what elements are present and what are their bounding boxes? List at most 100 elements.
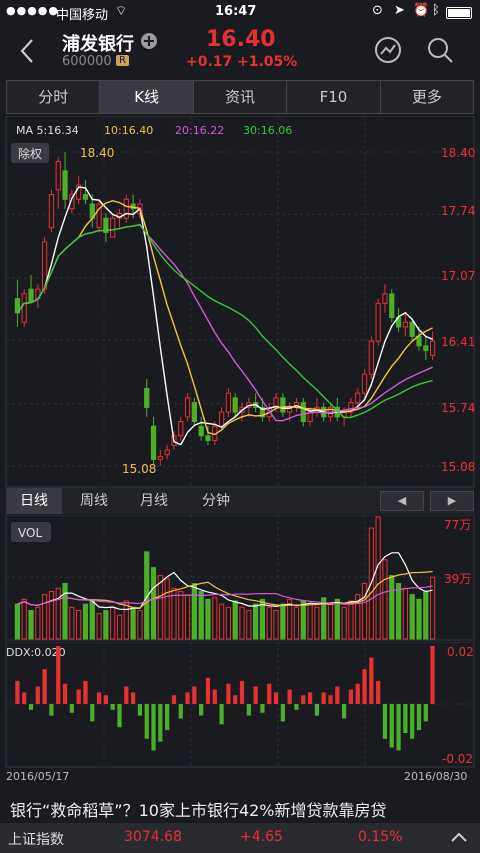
volume-bar — [123, 600, 129, 640]
period-month[interactable]: 月线 — [126, 488, 182, 514]
volume-bar — [334, 598, 340, 640]
period-minute[interactable]: 分钟 — [186, 488, 246, 514]
kline-chart[interactable]: MA 5:16.34 10:16.40 20:16.22 30:16.06 除权… — [0, 116, 480, 488]
ddx-bar — [307, 692, 313, 704]
ddx-bar — [137, 704, 143, 716]
candle-body — [416, 335, 422, 347]
ddx-axis-bottom: -0.02 — [442, 752, 473, 766]
ddx-bar — [355, 683, 360, 704]
period-week[interactable]: 周线 — [66, 488, 122, 514]
volume-bar — [178, 590, 184, 640]
volume-bar — [137, 609, 143, 640]
candle-body — [21, 293, 27, 323]
ddx-bar — [69, 704, 74, 713]
add-favorite-icon[interactable] — [140, 32, 158, 50]
ddx-bar — [90, 704, 95, 722]
tab-news[interactable]: 资讯 — [194, 81, 288, 113]
chart-share-icon[interactable] — [374, 36, 402, 64]
volume-bar — [409, 594, 415, 640]
ma20-legend: 20:16.22 — [175, 124, 224, 137]
chevron-up-icon[interactable] — [450, 831, 468, 843]
volume-bar — [69, 606, 75, 640]
volume-bar — [76, 609, 82, 640]
ddx-bar — [49, 704, 54, 716]
volume-bar — [395, 583, 402, 640]
index-value: 3074.68 — [124, 829, 182, 845]
price-tick: 16.41 — [441, 335, 475, 349]
ddx-bar — [199, 704, 204, 716]
volume-bar — [218, 603, 225, 640]
ddx-bar — [396, 704, 401, 751]
volume-bar — [327, 603, 334, 640]
candle-body — [429, 340, 436, 356]
candle-body — [191, 402, 197, 423]
volume-bar — [116, 614, 123, 640]
volume-bar — [225, 606, 232, 640]
ddx-bar — [328, 695, 333, 704]
volume-chart[interactable]: VOL 77万 39万 — [0, 515, 480, 641]
ddx-bar — [260, 704, 265, 713]
scroll-left-icon[interactable]: ◀ — [380, 491, 424, 511]
candle-body — [225, 392, 232, 413]
tab-kline[interactable]: K线 — [100, 81, 194, 113]
tab-intraday[interactable]: 分时 — [7, 81, 101, 113]
volume-bar — [389, 575, 395, 640]
period-bar: 日线 周线 月线 分钟 ◀ ▶ — [6, 488, 474, 514]
carrier: 中国移动 — [56, 8, 109, 23]
ddx-bar — [376, 680, 381, 704]
tab-more[interactable]: 更多 — [381, 81, 473, 113]
bluetooth-icon: ᛒ — [432, 3, 440, 18]
volume-bar — [96, 613, 102, 640]
candle-body — [300, 402, 306, 423]
volume-bar — [42, 594, 48, 640]
candle-body — [82, 194, 89, 200]
candle-body — [48, 194, 55, 229]
volume-bar — [198, 590, 204, 640]
volume-bar — [273, 609, 279, 640]
search-icon[interactable] — [426, 36, 454, 64]
ddx-bar — [314, 704, 319, 716]
price-tick: 17.07 — [441, 269, 475, 283]
ddx-bar — [212, 689, 217, 704]
candle-body — [423, 345, 429, 352]
back-icon[interactable] — [18, 38, 36, 64]
period-day[interactable]: 日线 — [6, 488, 62, 514]
ddx-bar — [56, 646, 61, 704]
index-change: +4.65 — [240, 829, 283, 845]
ddx-bar — [83, 680, 88, 704]
fq-button[interactable]: 除权 — [18, 146, 42, 161]
volume-bar — [157, 575, 163, 640]
tab-f10[interactable]: F10 — [287, 81, 381, 113]
volume-bar — [253, 603, 259, 640]
volume-bar — [307, 603, 313, 640]
high-label: 18.40 — [80, 146, 114, 160]
ddx-bar — [62, 683, 68, 704]
volume-bar — [280, 603, 286, 640]
ddx-bar — [369, 657, 374, 704]
ddx-bar — [165, 704, 170, 731]
ddx-bar — [239, 680, 245, 704]
volume-bar — [110, 606, 116, 640]
candle-body — [123, 198, 129, 219]
clock: 16:47 — [215, 4, 257, 19]
ddx-chart[interactable]: DDX:0.020 0.02 -0.02 — [0, 642, 480, 768]
index-ticker[interactable]: 上证指数 3074.68 +4.65 0.15% — [0, 823, 480, 853]
volume-bar — [103, 609, 109, 640]
ddx-bar — [267, 683, 272, 704]
volume-bar — [375, 516, 381, 640]
ddx-bar — [321, 692, 326, 704]
volume-bar — [48, 590, 55, 640]
candle-body — [144, 387, 150, 408]
alarm-icon: ⏰ — [413, 3, 430, 18]
signal-icon: ●●●●● — [6, 4, 59, 17]
scroll-right-icon[interactable]: ▶ — [430, 491, 474, 511]
ddx-bar — [131, 692, 136, 704]
ddx-bar — [35, 686, 40, 704]
ddx-bars — [15, 646, 435, 751]
volume-bar — [266, 606, 272, 640]
vol-label: VOL — [18, 526, 42, 540]
news-headline[interactable]: 银行“救命稻草”？10家上市银行42%新增贷款靠房贷 — [0, 797, 480, 823]
volume-bar — [246, 609, 252, 640]
price-change: +0.17 — [186, 54, 233, 70]
ma5-legend: MA 5:16.34 — [16, 124, 79, 137]
